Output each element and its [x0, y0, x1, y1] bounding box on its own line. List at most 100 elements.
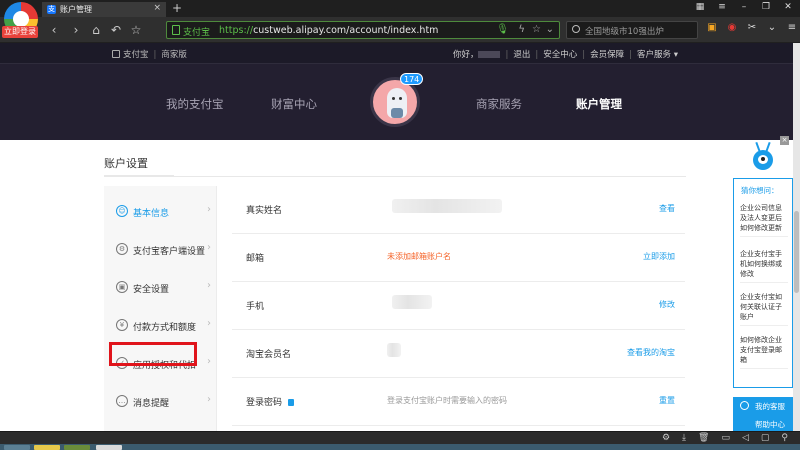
new-tab-button[interactable]: +: [172, 1, 182, 15]
view-my-taobao-link[interactable]: 查看我的淘宝: [627, 347, 675, 358]
fullscreen-icon[interactable]: ▢: [761, 433, 770, 443]
sidebar-item-basic-info[interactable]: ☺ 基本信息 ›: [104, 196, 217, 226]
menu-lines-icon[interactable]: ≡: [786, 22, 798, 33]
tab-close-icon[interactable]: ×: [153, 3, 161, 13]
service-buttons: 我的客服 帮助中心: [733, 397, 793, 431]
home-icon[interactable]: ⌂: [88, 22, 104, 38]
chevron-down-icon[interactable]: ⌄: [766, 22, 778, 33]
redacted-value: [392, 295, 432, 309]
restore-icon[interactable]: ❐: [760, 2, 772, 12]
panel-title: 猜你想问：: [741, 186, 779, 195]
scrollbar-thumb[interactable]: [794, 211, 799, 293]
notification-badge[interactable]: 174: [400, 73, 424, 85]
account-settings-area: 账户设置 ☺ 基本信息 › ⚙ 支付宝客户端设置 › ▣ 安全设置 › ¥ 付款…: [0, 140, 793, 431]
greeting-text: 你好，: [452, 50, 479, 60]
logout-link[interactable]: 退出: [513, 50, 530, 60]
password-description: 登录支付宝账户时需要输入的密码: [387, 396, 507, 405]
dropdown-chevron-icon[interactable]: ⌄: [546, 24, 554, 35]
reset-password-link[interactable]: 重置: [659, 395, 675, 406]
brand-label[interactable]: 支付宝 | 商家版: [112, 48, 187, 60]
taskbar-app[interactable]: [64, 445, 90, 450]
extension-grid-icon[interactable]: ▣: [706, 22, 718, 33]
add-email-link[interactable]: 立即添加: [643, 251, 675, 262]
nav-my-alipay[interactable]: 我的支付宝: [166, 96, 224, 112]
site-identity-label: 支付宝: [183, 28, 211, 38]
alipay-logo-icon: [112, 50, 120, 58]
undo-close-icon[interactable]: ↶: [108, 22, 124, 38]
sidebar-item-security[interactable]: ▣ 安全设置 ›: [104, 272, 217, 302]
search-input[interactable]: 全国地级市10强出炉: [585, 25, 664, 37]
browser-tabbar: 支 账户管理 × + ▦ ≡ – ❐ ✕: [0, 0, 800, 17]
section-divider: [104, 175, 686, 177]
row-label: 登录密码: [246, 395, 295, 408]
trash-icon[interactable]: 🗑: [698, 433, 709, 443]
close-helper-icon[interactable]: ×: [780, 136, 789, 145]
search-box[interactable]: 全国地级市10强出炉: [566, 21, 698, 39]
search-icon: [572, 25, 580, 33]
close-window-icon[interactable]: ✕: [782, 2, 794, 12]
question-link[interactable]: 企业支付宝手机如何换绑或修改: [740, 249, 788, 283]
screenshot-icon[interactable]: ▭: [721, 433, 730, 443]
address-bar[interactable]: 支付宝 https://custweb.alipay.com/account/i…: [166, 21, 560, 39]
accelerate-icon[interactable]: ⚙: [662, 433, 670, 443]
chevron-right-icon: ›: [207, 318, 211, 329]
user-icon: ☺: [116, 205, 128, 217]
alipay-topbar: 支付宝 | 商家版 你好， | 退出 | 安全中心 | 会员保障 | 客户服务 ▾: [0, 43, 793, 64]
menu-icon[interactable]: ≡: [716, 2, 728, 12]
merchant-edition-link: 商家版: [161, 50, 187, 60]
scissors-icon[interactable]: ✂: [746, 22, 758, 33]
tab-title: 账户管理: [60, 5, 92, 14]
chat-icon: …: [116, 395, 128, 407]
help-center-button[interactable]: 帮助中心: [755, 419, 785, 430]
page-scrollbar[interactable]: [793, 43, 800, 431]
settings-sidebar: ☺ 基本信息 › ⚙ 支付宝客户端设置 › ▣ 安全设置 › ¥ 付款方式和额度…: [104, 186, 217, 431]
headset-icon: [740, 401, 749, 410]
chevron-right-icon: ›: [207, 394, 211, 405]
nav-wealth-center[interactable]: 财富中心: [271, 96, 317, 112]
list-item-login-password: 登录密码 登录支付宝账户时需要输入的密码 重置: [232, 378, 685, 426]
nav-account-management[interactable]: 账户管理: [576, 96, 622, 112]
forward-icon[interactable]: ›: [68, 22, 84, 38]
url-text[interactable]: https://custweb.alipay.com/account/index…: [219, 25, 438, 36]
bookmark-star-icon[interactable]: ☆: [532, 24, 541, 35]
game-icon[interactable]: ◉: [726, 22, 738, 33]
sidebar-item-client-settings[interactable]: ⚙ 支付宝客户端设置 ›: [104, 234, 217, 264]
section-title: 账户设置: [104, 157, 148, 170]
favorite-star-icon[interactable]: ☆: [128, 22, 144, 38]
window-controls: ▦ ≡ – ❐ ✕: [694, 2, 794, 12]
ant-mascot-icon[interactable]: [748, 140, 778, 178]
lightning-icon[interactable]: ϟ: [518, 24, 525, 35]
customer-service-link[interactable]: 客户服务 ▾: [637, 50, 678, 60]
row-label: 邮箱: [246, 254, 265, 264]
question-link[interactable]: 企业公司信息及法人变更后如何修改更新: [740, 203, 788, 237]
volume-icon[interactable]: ◁: [742, 433, 749, 443]
chevron-right-icon: ›: [207, 204, 211, 215]
nav-merchant-services[interactable]: 商家服务: [476, 96, 522, 112]
browser-tab-active[interactable]: 支 账户管理 ×: [42, 2, 166, 17]
sidebar-item-notifications[interactable]: … 消息提醒 ›: [104, 386, 217, 416]
sidebar-item-payment-limits[interactable]: ¥ 付款方式和额度 ›: [104, 310, 217, 340]
taskbar-app[interactable]: [96, 445, 122, 450]
question-link[interactable]: 如何修改企业支付宝登录邮箱: [740, 335, 788, 369]
security-center-link[interactable]: 安全中心: [543, 50, 577, 60]
zoom-icon[interactable]: ⚲: [781, 433, 788, 443]
taskbar-app[interactable]: [4, 445, 30, 450]
view-link[interactable]: 查看: [659, 203, 675, 214]
member-guarantee-link[interactable]: 会员保障: [590, 50, 624, 60]
my-service-button[interactable]: 我的客服: [755, 401, 785, 412]
skin-icon[interactable]: ▦: [694, 2, 706, 12]
taskbar-app[interactable]: [34, 445, 60, 450]
back-icon[interactable]: ‹: [46, 22, 62, 38]
question-link[interactable]: 企业支付宝如何关联认证子账户: [740, 292, 788, 326]
login-button[interactable]: 立即登录: [2, 26, 38, 38]
yuan-icon: ¥: [116, 319, 128, 331]
guess-questions-panel: 猜你想问： 企业公司信息及法人变更后如何修改更新 企业支付宝手机如何换绑或修改 …: [733, 178, 793, 388]
redacted-value: [387, 343, 401, 357]
status-icons: ⚙ ⤓ 🗑 ▭ ◁ ▢ ⚲: [662, 433, 788, 443]
minimize-icon[interactable]: –: [738, 2, 750, 12]
row-label: 手机: [246, 302, 265, 312]
download-icon[interactable]: ⤓: [682, 433, 686, 443]
alipay-favicon-icon: 支: [47, 5, 56, 14]
modify-phone-link[interactable]: 修改: [659, 299, 675, 310]
mic-icon[interactable]: 🎙: [496, 24, 509, 35]
